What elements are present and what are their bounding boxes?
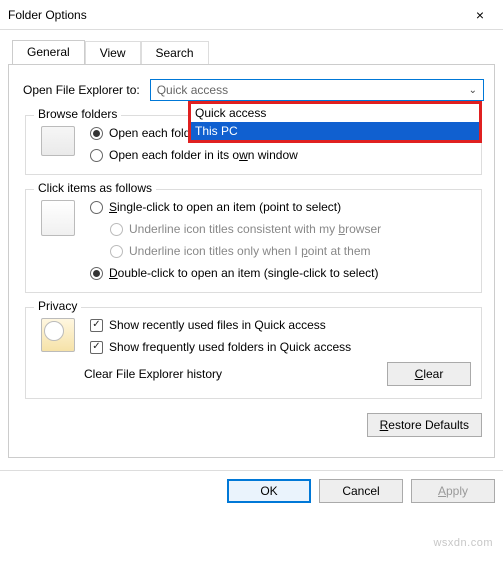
radio-icon	[90, 201, 103, 214]
ok-button[interactable]: OK	[227, 479, 311, 503]
clear-history-label: Clear File Explorer history	[84, 367, 222, 381]
apply-button[interactable]: Apply	[411, 479, 495, 503]
titlebar: Folder Options ×	[0, 0, 503, 30]
close-icon[interactable]: ×	[457, 0, 503, 30]
open-file-explorer-selected: Quick access	[157, 83, 228, 97]
dialog-footer: OK Cancel Apply	[0, 470, 503, 511]
open-file-explorer-label: Open File Explorer to:	[23, 83, 140, 97]
open-file-explorer-select[interactable]: Quick access ⌄	[150, 79, 484, 101]
click-items-legend: Click items as follows	[34, 181, 156, 195]
privacy-legend: Privacy	[34, 299, 81, 313]
radio-icon	[90, 267, 103, 280]
tab-panel-general: Open File Explorer to: Quick access ⌄ Qu…	[8, 64, 495, 458]
tab-general[interactable]: General	[12, 40, 85, 64]
checkbox-icon	[90, 341, 103, 354]
option-label: Show recently used files in Quick access	[109, 318, 326, 332]
browse-folders-option-own-window[interactable]: Open each folder in its own window	[90, 148, 471, 162]
click-items-group: Click items as follows Single-click to o…	[25, 189, 482, 293]
option-label: Open each folder in its own window	[109, 148, 298, 162]
click-items-single-click[interactable]: Single-click to open an item (point to s…	[90, 200, 471, 214]
tab-search[interactable]: Search	[141, 41, 209, 65]
chevron-down-icon: ⌄	[469, 85, 477, 96]
dropdown-option-this-pc[interactable]: This PC	[191, 122, 479, 140]
option-label: Underline icon titles consistent with my…	[129, 222, 381, 236]
open-file-explorer-row: Open File Explorer to: Quick access ⌄ Qu…	[23, 79, 484, 101]
click-items-underline-browser: Underline icon titles consistent with my…	[110, 222, 471, 236]
clear-button[interactable]: Clear	[387, 362, 471, 386]
radio-icon	[90, 127, 103, 140]
click-items-double-click[interactable]: Double-click to open an item (single-cli…	[90, 266, 471, 280]
privacy-show-recent-files[interactable]: Show recently used files in Quick access	[90, 318, 471, 332]
dropdown-option-quick-access[interactable]: Quick access	[191, 104, 479, 122]
restore-defaults-button[interactable]: Restore Defaults	[367, 413, 482, 437]
tabstrip: General View Search	[12, 40, 503, 64]
watermark: wsxdn.com	[433, 537, 493, 549]
radio-icon	[90, 149, 103, 162]
privacy-show-frequent-folders[interactable]: Show frequently used folders in Quick ac…	[90, 340, 471, 354]
open-file-explorer-dropdown: Quick access This PC	[188, 101, 482, 143]
folder-icon	[41, 126, 75, 156]
radio-icon	[110, 245, 123, 258]
tab-view[interactable]: View	[85, 41, 141, 65]
option-label: Double-click to open an item (single-cli…	[109, 266, 378, 280]
checkbox-icon	[90, 319, 103, 332]
click-items-underline-point: Underline icon titles only when I point …	[110, 244, 471, 258]
option-label: Underline icon titles only when I point …	[129, 244, 370, 258]
window-title: Folder Options	[0, 8, 87, 22]
cancel-button[interactable]: Cancel	[319, 479, 403, 503]
privacy-icon	[41, 318, 75, 352]
option-label: Show frequently used folders in Quick ac…	[109, 340, 351, 354]
privacy-group: Privacy Show recently used files in Quic…	[25, 307, 482, 399]
option-label: Single-click to open an item (point to s…	[109, 200, 341, 214]
radio-icon	[110, 223, 123, 236]
cursor-doc-icon	[41, 200, 75, 236]
browse-folders-legend: Browse folders	[34, 107, 121, 121]
